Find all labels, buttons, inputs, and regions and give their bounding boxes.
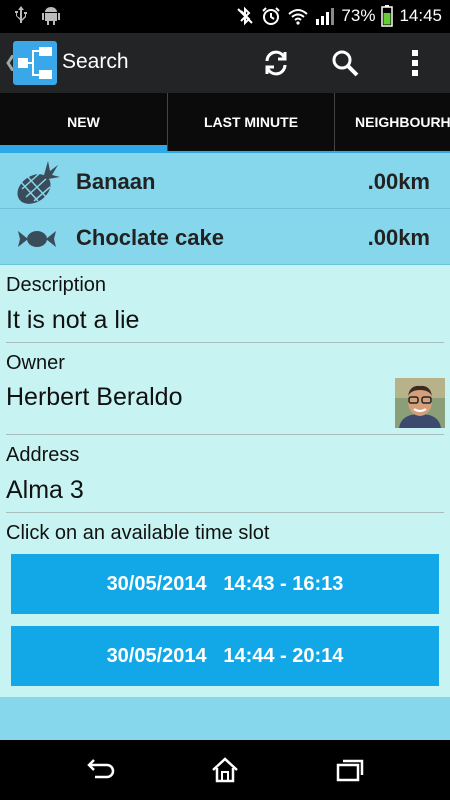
pineapple-icon <box>17 161 60 204</box>
tab-label: NEW <box>67 114 100 130</box>
more-vertical-icon <box>412 50 418 76</box>
tab-new[interactable]: NEW <box>0 93 167 151</box>
owner-avatar[interactable] <box>395 378 445 428</box>
tab-neighbourhood[interactable]: NEIGHBOURH <box>334 93 450 151</box>
item-name: Banaan <box>76 169 156 194</box>
usb-icon <box>14 6 28 31</box>
home-button[interactable] <box>200 752 250 788</box>
back-icon <box>87 759 115 779</box>
owner-value: Herbert Beraldo <box>6 383 183 411</box>
time-slot-prompt: Click on an available time slot <box>6 522 270 544</box>
app-logo-icon[interactable] <box>13 41 57 85</box>
item-distance: .00km <box>367 169 430 194</box>
home-icon <box>212 757 238 783</box>
description-label: Description <box>6 274 107 296</box>
search-icon <box>332 50 359 77</box>
refresh-icon <box>265 50 287 76</box>
list-item[interactable]: Banaan .00km <box>0 153 450 209</box>
time-slot-button[interactable]: 30/05/2014 14:43 - 16:13 <box>11 554 439 614</box>
overflow-menu-button[interactable] <box>395 43 435 83</box>
tab-label: LAST MINUTE <box>203 114 299 130</box>
list-item[interactable]: Choclate cake .00km <box>0 209 450 265</box>
tab-last-minute[interactable]: LAST MINUTE <box>167 93 334 151</box>
page-title: Search <box>62 50 129 73</box>
battery-percent: 73% <box>341 6 376 25</box>
tab-bar: NEW LAST MINUTE NEIGHBOURH <box>0 93 450 151</box>
owner-label: Owner <box>6 352 65 374</box>
item-details: Description It is not a lie Owner Herber… <box>0 265 450 697</box>
tab-label: NEIGHBOURH <box>355 114 450 130</box>
bluetooth-off-icon <box>235 6 255 26</box>
divider <box>6 512 444 513</box>
refresh-button[interactable] <box>256 43 296 83</box>
back-button[interactable] <box>75 752 125 788</box>
address-value: Alma 3 <box>6 476 84 504</box>
content-area: Banaan .00km Choclate cake .00km Descrip… <box>0 153 450 740</box>
recent-apps-button[interactable] <box>325 752 375 788</box>
description-value: It is not a lie <box>6 306 140 334</box>
wifi-icon <box>287 6 309 26</box>
time-slot-button[interactable]: 30/05/2014 14:44 - 20:14 <box>11 626 439 686</box>
clock: 14:45 <box>399 6 442 25</box>
signal-icon <box>315 7 335 25</box>
alarm-icon <box>261 6 281 26</box>
action-bar: ❮ Search <box>0 33 450 93</box>
divider <box>6 342 444 343</box>
address-label: Address <box>6 444 80 466</box>
battery-icon <box>381 5 394 27</box>
status-bar: 73% 14:45 <box>0 0 450 33</box>
item-name: Choclate cake <box>76 225 224 250</box>
recent-apps-icon <box>336 759 364 782</box>
divider <box>6 434 444 435</box>
navigation-bar <box>0 740 450 800</box>
item-distance: .00km <box>367 225 430 250</box>
android-icon <box>42 6 60 31</box>
search-button[interactable] <box>325 43 365 83</box>
candy-icon <box>18 231 56 247</box>
